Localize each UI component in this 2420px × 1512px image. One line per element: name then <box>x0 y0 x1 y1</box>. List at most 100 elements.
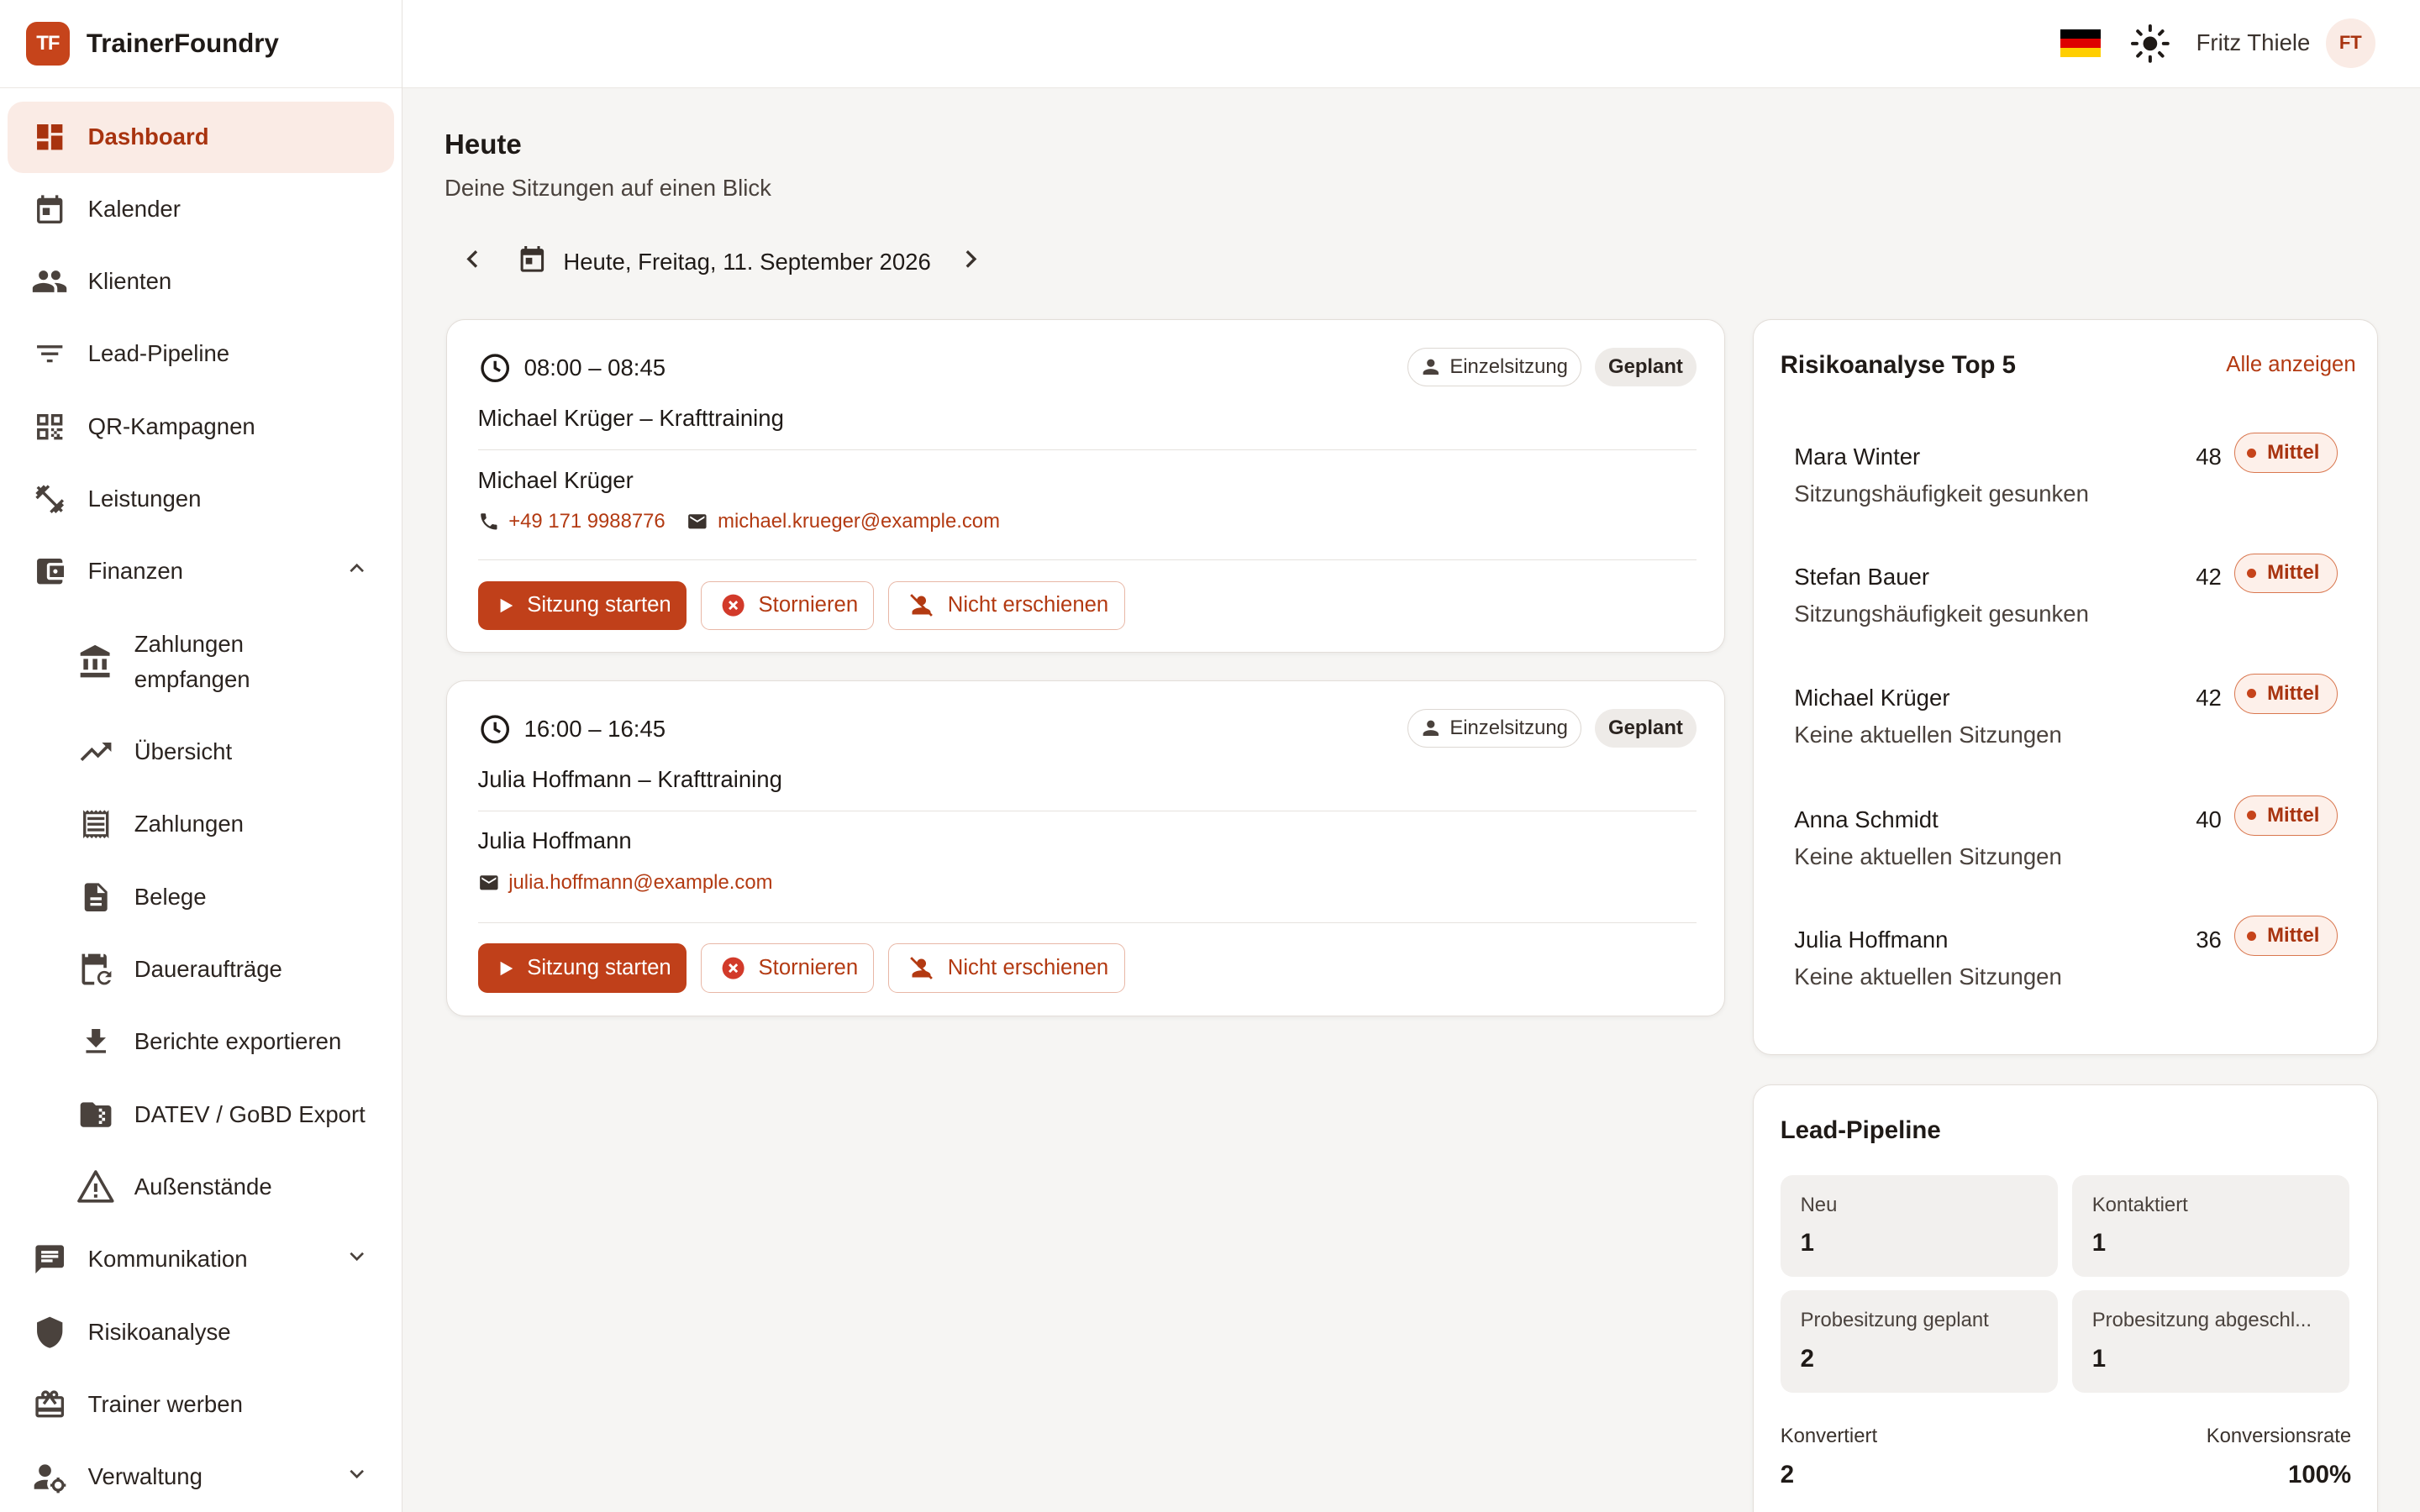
sidebar-sub-dauerauftraege[interactable]: Daueraufträge <box>8 933 394 1005</box>
mail-icon <box>688 514 707 529</box>
brand[interactable]: TF TrainerFoundry <box>0 0 402 88</box>
cancel-session-label: Stornieren <box>758 956 859 980</box>
sidebar-item-leistungen[interactable]: Leistungen <box>8 463 394 535</box>
risk-level-label: Mittel <box>2267 681 2320 705</box>
sidebar-sub-datev-export[interactable]: DATEV / GoBD Export <box>8 1079 394 1151</box>
lead-stage-tile[interactable]: Neu 1 <box>1780 1174 2059 1277</box>
sidebar-sub-label: Zahlungen empfangen <box>134 630 250 692</box>
sidebar-sub-label: Belege <box>134 883 207 910</box>
sidebar-sub-belege[interactable]: Belege <box>8 861 394 933</box>
sidebar-sub-label: Daueraufträge <box>134 956 282 983</box>
risk-row[interactable]: Stefan Bauer Sitzungshäufigkeit gesunken… <box>1794 553 2338 656</box>
session-time: 08:00 – 08:45 <box>478 351 666 385</box>
cancel-session-button[interactable]: Stornieren <box>700 580 875 631</box>
lead-stage-tile[interactable]: Probesitzung geplant 2 <box>1780 1290 2059 1393</box>
client-contacts: +49 171 9988776 michael.krueger@example.… <box>478 510 1022 533</box>
client-email-link[interactable]: julia.hoffmann@example.com <box>508 871 772 895</box>
no-show-label: Nicht erschienen <box>947 593 1109 617</box>
lead-stage-tile[interactable]: Kontaktiert 1 <box>2071 1174 2350 1277</box>
chevron-right-icon[interactable] <box>955 244 986 281</box>
risk-reason: Keine aktuellen Sitzungen <box>1794 843 2062 869</box>
risk-row[interactable]: Anna Schmidt Keine aktuellen Sitzungen 4… <box>1794 795 2338 899</box>
document-icon <box>76 877 116 917</box>
status-dot <box>2247 448 2257 458</box>
brand-name: TrainerFoundry <box>86 28 279 58</box>
client-name[interactable]: Michael Krüger <box>478 467 634 494</box>
start-session-button[interactable]: Sitzung starten <box>477 580 687 631</box>
risk-score: 36 <box>2196 927 2222 953</box>
warning-icon <box>76 1167 116 1207</box>
trending-up-icon <box>76 732 116 772</box>
risk-score: 48 <box>2196 444 2222 470</box>
calendar-icon[interactable] <box>517 244 548 281</box>
user-name[interactable]: Fritz Thiele <box>2196 29 2311 56</box>
gift-icon <box>29 1384 70 1425</box>
risk-reason: Sitzungshäufigkeit gesunken <box>1794 480 2089 507</box>
sidebar-item-finanzen[interactable]: Finanzen <box>8 535 394 607</box>
risk-row[interactable]: Mara Winter Sitzungshäufigkeit gesunken … <box>1794 433 2338 536</box>
session-time-label: 08:00 – 08:45 <box>523 354 666 381</box>
risk-client-name: Anna Schmidt <box>1794 806 1939 832</box>
sidebar-item-lead-pipeline[interactable]: Lead-Pipeline <box>8 318 394 390</box>
cancel-icon <box>722 594 744 617</box>
cancel-session-button[interactable]: Stornieren <box>700 943 875 993</box>
chevron-left-icon[interactable] <box>457 244 488 281</box>
start-session-button[interactable]: Sitzung starten <box>477 943 687 993</box>
lead-stage-count: 1 <box>2091 1228 2107 1257</box>
risk-row[interactable]: Julia Hoffmann Keine aktuellen Sitzungen… <box>1794 916 2338 1019</box>
brand-logo: TF <box>26 22 70 66</box>
sidebar-item-label: QR-Kampagnen <box>87 412 255 439</box>
sidebar-sub-uebersicht[interactable]: Übersicht <box>8 716 394 788</box>
sidebar-item-trainer-werben[interactable]: Trainer werben <box>8 1368 394 1441</box>
risk-level-label: Mittel <box>2267 803 2320 827</box>
download-icon <box>76 1022 116 1063</box>
lead-stage-count: 1 <box>2091 1344 2107 1373</box>
chevron-down-icon <box>345 1462 369 1492</box>
sidebar-item-label: Dashboard <box>87 123 209 150</box>
sidebar-sub-zahlungen-empfangen[interactable]: Zahlungen empfangen <box>8 608 394 717</box>
lead-pipeline-card: Lead-Pipeline Neu 1 Kontaktiert 1 Probes… <box>1753 1084 2379 1512</box>
sidebar-item-kommunikation[interactable]: Kommunikation <box>8 1223 394 1295</box>
lead-stage-tile[interactable]: Probesitzung abgeschl... 1 <box>2071 1290 2350 1393</box>
client-email-link[interactable]: michael.krueger@example.com <box>718 510 1000 533</box>
sidebar-item-kalender[interactable]: Kalender <box>8 173 394 245</box>
risk-row[interactable]: Michael Krüger Keine aktuellen Sitzungen… <box>1794 673 2338 777</box>
session-type-chip: Einzelsitzung <box>1407 348 1581 387</box>
sidebar-sub-label: Übersicht <box>134 738 233 765</box>
play-icon <box>500 598 513 613</box>
no-show-button[interactable]: Nicht erschienen <box>888 580 1125 631</box>
status-badge: Geplant <box>1594 348 1697 387</box>
person-icon <box>1423 720 1439 737</box>
current-date[interactable]: Heute, Freitag, 11. September 2026 <box>563 249 930 276</box>
start-session-label: Sitzung starten <box>527 593 671 617</box>
no-show-label: Nicht erschienen <box>947 956 1109 980</box>
risk-client-name: Stefan Bauer <box>1794 564 1930 591</box>
risk-client-name: Michael Krüger <box>1794 684 1950 711</box>
no-show-button[interactable]: Nicht erschienen <box>888 943 1125 993</box>
receipt-icon <box>76 805 116 845</box>
sidebar-sub-zahlungen[interactable]: Zahlungen <box>8 788 394 860</box>
lead-stage-label: Neu <box>1800 1193 1838 1216</box>
sidebar-sub-aussenstaende[interactable]: Außenstände <box>8 1151 394 1223</box>
sidebar-item-risikoanalyse[interactable]: Risikoanalyse <box>8 1296 394 1368</box>
sidebar-item-label: Leistungen <box>87 486 202 512</box>
risk-score: 40 <box>2196 806 2222 832</box>
lead-stage-label: Probesitzung geplant <box>1800 1309 1989 1332</box>
sidebar-item-klienten[interactable]: Klienten <box>8 245 394 318</box>
theme-toggle-sun-icon[interactable] <box>2130 24 2170 71</box>
calendar-icon <box>29 189 70 229</box>
show-all-link[interactable]: Alle anzeigen <box>2226 353 2355 377</box>
session-card: 16:00 – 16:45 Einzelsitzung Geplant Juli… <box>445 680 1726 1017</box>
sidebar-sub-berichte-exportieren[interactable]: Berichte exportieren <box>8 1005 394 1078</box>
risk-client-name: Mara Winter <box>1794 444 1921 470</box>
avatar[interactable]: FT <box>2325 18 2375 68</box>
status-dot <box>2247 568 2257 578</box>
sidebar-item-verwaltung[interactable]: Verwaltung <box>8 1441 394 1512</box>
client-name[interactable]: Julia Hoffmann <box>478 827 632 854</box>
session-card: 08:00 – 08:45 Einzelsitzung Geplant Mich… <box>445 319 1726 653</box>
sidebar-item-dashboard[interactable]: Dashboard <box>8 102 395 173</box>
lead-card-title: Lead-Pipeline <box>1780 1116 1941 1144</box>
sidebar-item-qr-kampagnen[interactable]: QR-Kampagnen <box>8 391 394 463</box>
flag-germany-icon[interactable] <box>2060 29 2101 57</box>
client-phone-link[interactable]: +49 171 9988776 <box>508 510 665 533</box>
